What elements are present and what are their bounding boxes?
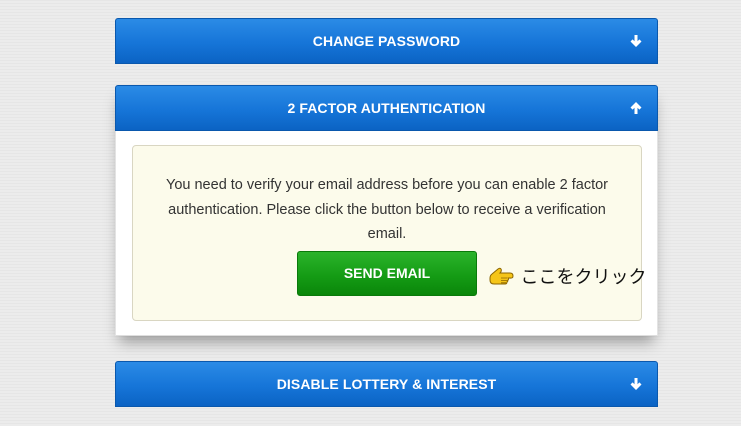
change-password-panel: CHANGE PASSWORD <box>115 18 658 64</box>
two-factor-panel: 2 FACTOR AUTHENTICATION You need to veri… <box>115 85 658 336</box>
click-here-text: ここをクリック <box>520 267 647 288</box>
disable-lottery-panel: DISABLE LOTTERY & INTEREST <box>115 361 658 407</box>
notice-text: You need to verify your email address be… <box>166 177 608 242</box>
disable-lottery-header[interactable]: DISABLE LOTTERY & INTEREST <box>115 361 658 407</box>
pointing-hand-icon <box>487 266 515 286</box>
two-factor-title: 2 FACTOR AUTHENTICATION <box>287 100 486 116</box>
arrow-down-icon[interactable] <box>629 377 643 391</box>
send-email-button[interactable]: SEND EMAIL <box>297 251 477 296</box>
verify-email-notice: You need to verify your email address be… <box>132 145 646 321</box>
arrow-down-icon[interactable] <box>629 34 643 48</box>
arrow-up-icon[interactable] <box>629 101 643 115</box>
two-factor-body: You need to verify your email address be… <box>115 131 658 336</box>
disable-lottery-title: DISABLE LOTTERY & INTEREST <box>276 376 497 392</box>
two-factor-header[interactable]: 2 FACTOR AUTHENTICATION <box>115 85 658 131</box>
click-here-hint: ここをクリック <box>487 263 646 289</box>
change-password-header[interactable]: CHANGE PASSWORD <box>115 18 658 64</box>
change-password-title: CHANGE PASSWORD <box>312 33 461 49</box>
